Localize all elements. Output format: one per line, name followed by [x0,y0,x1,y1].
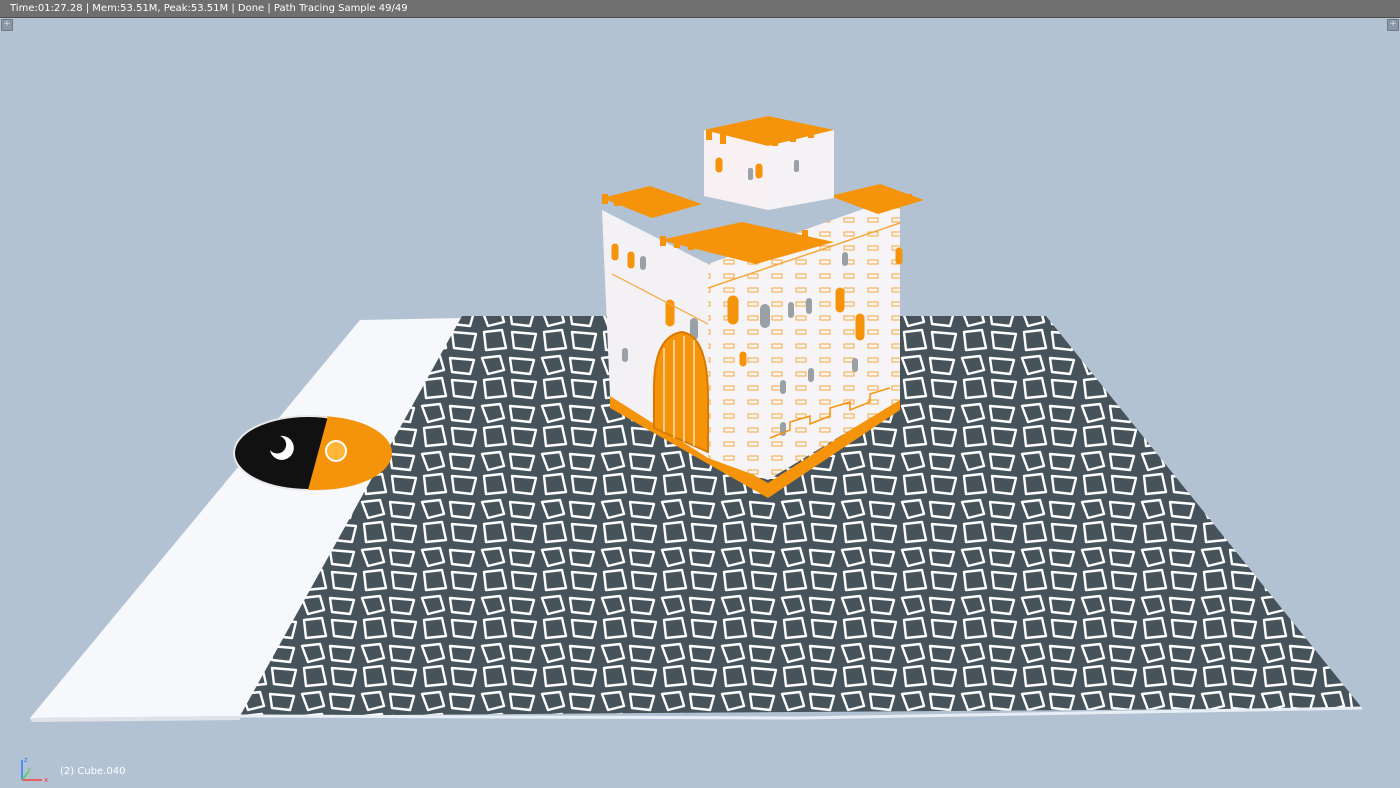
active-object-label: (2) Cube.040 [60,766,126,777]
sun-moon-emblem [233,415,392,491]
axis-x-label: x [44,776,48,784]
render-status-bar: Time:01:27.28 | Mem:53.51M, Peak:53.51M … [0,0,1400,18]
render-stats-text: Time:01:27.28 | Mem:53.51M, Peak:53.51M … [10,3,408,14]
rendered-scene [30,116,1363,722]
axis-z-label: z [24,756,28,764]
render-viewport[interactable]: z y x (2) Cube.040 [0,18,1400,784]
axis-y-label: y [27,766,31,774]
axis-gizmo-icon: z y x [21,756,48,784]
